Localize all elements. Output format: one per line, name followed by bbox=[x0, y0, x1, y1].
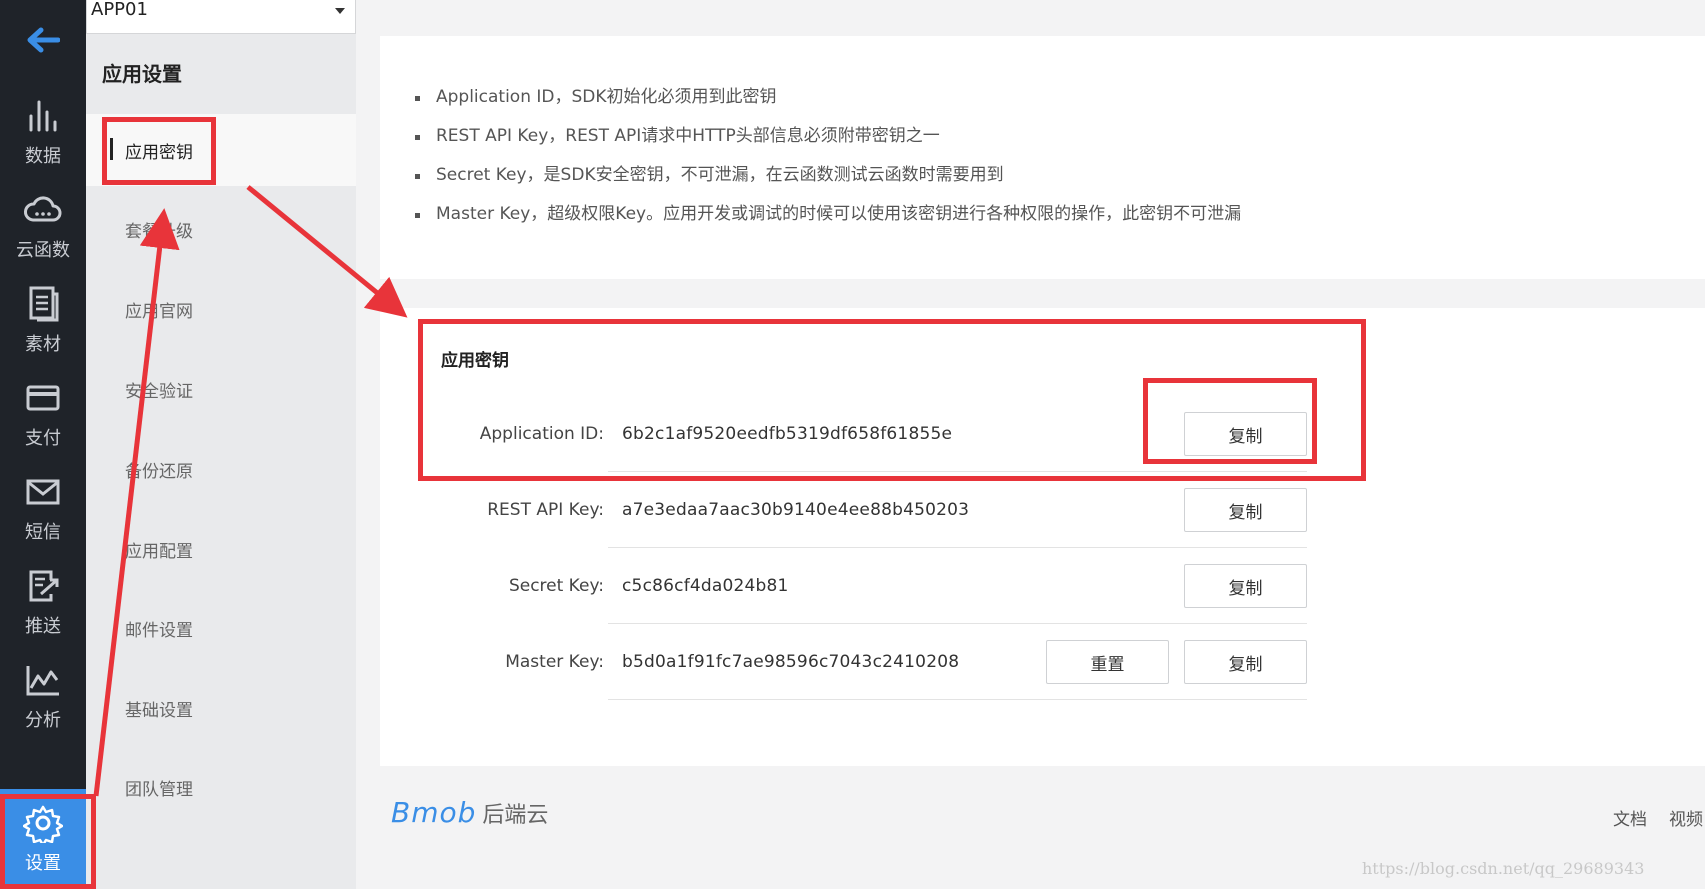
rail-item-material[interactable]: 素材 bbox=[0, 270, 86, 370]
watermark: https://blog.csdn.net/qq_29689343 bbox=[1362, 859, 1645, 878]
subnav-item-label: 应用官网 bbox=[125, 301, 193, 322]
subnav-item-label: 应用密钥 bbox=[125, 142, 193, 163]
brand-name: Bmob bbox=[391, 796, 477, 829]
card-icon bbox=[26, 385, 60, 411]
copy-secret-key-button[interactable]: 复制 bbox=[1184, 564, 1307, 608]
brand-subtitle: 后端云 bbox=[482, 803, 549, 828]
subnav-item-team-management[interactable]: 团队管理 bbox=[86, 751, 356, 823]
subnav-item-app-website[interactable]: 应用官网 bbox=[86, 273, 356, 345]
subnav-item-label: 团队管理 bbox=[125, 779, 193, 800]
key-description-list: Application ID，SDK初始化必须用到此密钥 REST API Ke… bbox=[414, 78, 1241, 234]
rail-item-label: 支付 bbox=[25, 428, 61, 449]
app-selector-value: APP01 bbox=[91, 0, 148, 20]
key-value: 6b2c1af9520eedfb5319df658f61855e bbox=[622, 424, 953, 444]
line-chart-icon bbox=[26, 666, 59, 696]
subnav-item-label: 邮件设置 bbox=[125, 620, 193, 641]
rail-item-sms[interactable]: 短信 bbox=[0, 458, 86, 558]
mail-icon bbox=[26, 479, 60, 505]
key-value: b5d0a1f91fc7ae98596c7043c2410208 bbox=[622, 652, 960, 672]
subnav-item-plan-upgrade[interactable]: 套餐升级 bbox=[86, 193, 356, 265]
subnav-item-label: 应用配置 bbox=[125, 541, 193, 562]
app-keys-title: 应用密钥 bbox=[441, 351, 509, 371]
rail-item-label: 数据 bbox=[25, 146, 61, 167]
icon-rail: 数据 云函数 素材 支付 短信 推送 分析 设置 bbox=[0, 0, 86, 889]
key-row-master-key: Master Key: b5d0a1f91fc7ae98596c7043c241… bbox=[380, 624, 1360, 700]
chevron-down-icon bbox=[335, 8, 345, 14]
copy-rest-api-key-button[interactable]: 复制 bbox=[1184, 488, 1307, 532]
subnav-item-label: 套餐升级 bbox=[125, 221, 193, 242]
key-label: REST API Key: bbox=[487, 500, 604, 520]
bar-chart-icon bbox=[29, 100, 57, 132]
key-row-rest-api-key: REST API Key: a7e3edaa7aac30b9140e4ee88b… bbox=[380, 472, 1360, 548]
back-button[interactable] bbox=[0, 8, 86, 72]
key-label: Application ID: bbox=[479, 424, 604, 444]
footer-links: 文档 视频 bbox=[1613, 805, 1703, 830]
main-content: Application ID，SDK初始化必须用到此密钥 REST API Ke… bbox=[356, 0, 1705, 889]
rail-item-label: 推送 bbox=[25, 616, 61, 637]
key-value: a7e3edaa7aac30b9140e4ee88b450203 bbox=[622, 500, 970, 520]
rail-item-label: 短信 bbox=[25, 522, 61, 543]
subnav-item-label: 安全验证 bbox=[125, 381, 193, 402]
cloud-icon bbox=[24, 196, 62, 222]
subnav-item-app-keys[interactable]: 应用密钥 bbox=[86, 114, 356, 186]
rail-item-label: 云函数 bbox=[16, 240, 70, 261]
row-divider bbox=[608, 699, 1307, 700]
key-label: Secret Key: bbox=[508, 576, 604, 596]
app-selector[interactable]: APP01 bbox=[86, 0, 356, 34]
footer-link-video[interactable]: 视频 bbox=[1669, 805, 1703, 830]
list-item: Master Key，超级权限Key。应用开发或调试的时候可以使用该密钥进行各种… bbox=[414, 195, 1241, 234]
subnav-item-basic-settings[interactable]: 基础设置 bbox=[86, 672, 356, 744]
list-item: Secret Key，是SDK安全密钥，不可泄漏，在云函数测试云函数时需要用到 bbox=[414, 156, 1241, 195]
rail-item-cloud-function[interactable]: 云函数 bbox=[0, 176, 86, 276]
reset-master-key-button[interactable]: 重置 bbox=[1046, 640, 1169, 684]
key-row-application-id: Application ID: 6b2c1af9520eedfb5319df65… bbox=[380, 396, 1360, 472]
push-icon bbox=[29, 570, 59, 602]
subnav-item-app-config[interactable]: 应用配置 bbox=[86, 513, 356, 585]
subnav-item-label: 基础设置 bbox=[125, 700, 193, 721]
rail-item-settings[interactable]: 设置 bbox=[0, 789, 86, 889]
rail-item-label: 设置 bbox=[25, 853, 61, 874]
subnav-item-email-settings[interactable]: 邮件设置 bbox=[86, 592, 356, 664]
list-item: REST API Key，REST API请求中HTTP头部信息必须附带密钥之一 bbox=[414, 117, 1241, 156]
app-keys-card: 应用密钥 Application ID: 6b2c1af9520eedfb531… bbox=[380, 308, 1705, 766]
settings-sidebar: APP01 应用设置 应用密钥 套餐升级 应用官网 安全验证 备份还原 应用配置… bbox=[86, 0, 356, 889]
key-label: Master Key: bbox=[505, 652, 604, 672]
copy-application-id-button[interactable]: 复制 bbox=[1184, 412, 1307, 456]
footer-link-docs[interactable]: 文档 bbox=[1613, 805, 1647, 830]
rail-item-analysis[interactable]: 分析 bbox=[0, 646, 86, 746]
key-description-card: Application ID，SDK初始化必须用到此密钥 REST API Ke… bbox=[380, 36, 1705, 279]
rail-item-payment[interactable]: 支付 bbox=[0, 364, 86, 464]
footer-logo[interactable]: Bmob 后端云 bbox=[391, 796, 548, 829]
rail-item-label: 分析 bbox=[25, 710, 61, 731]
subnav-item-security[interactable]: 安全验证 bbox=[86, 353, 356, 425]
key-value: c5c86cf4da024b81 bbox=[622, 576, 789, 596]
rail-item-data[interactable]: 数据 bbox=[0, 82, 86, 182]
settings-sidebar-title: 应用设置 bbox=[102, 62, 182, 86]
subnav-item-label: 备份还原 bbox=[125, 461, 193, 482]
copy-master-key-button[interactable]: 复制 bbox=[1184, 640, 1307, 684]
rail-item-push[interactable]: 推送 bbox=[0, 552, 86, 652]
key-row-secret-key: Secret Key: c5c86cf4da024b81 复制 bbox=[380, 548, 1360, 624]
gear-icon bbox=[23, 805, 63, 843]
list-item: Application ID，SDK初始化必须用到此密钥 bbox=[414, 78, 1241, 117]
rail-item-label: 素材 bbox=[25, 334, 61, 355]
back-arrow-icon bbox=[27, 27, 60, 53]
document-icon bbox=[29, 286, 59, 322]
subnav-item-backup-restore[interactable]: 备份还原 bbox=[86, 433, 356, 505]
